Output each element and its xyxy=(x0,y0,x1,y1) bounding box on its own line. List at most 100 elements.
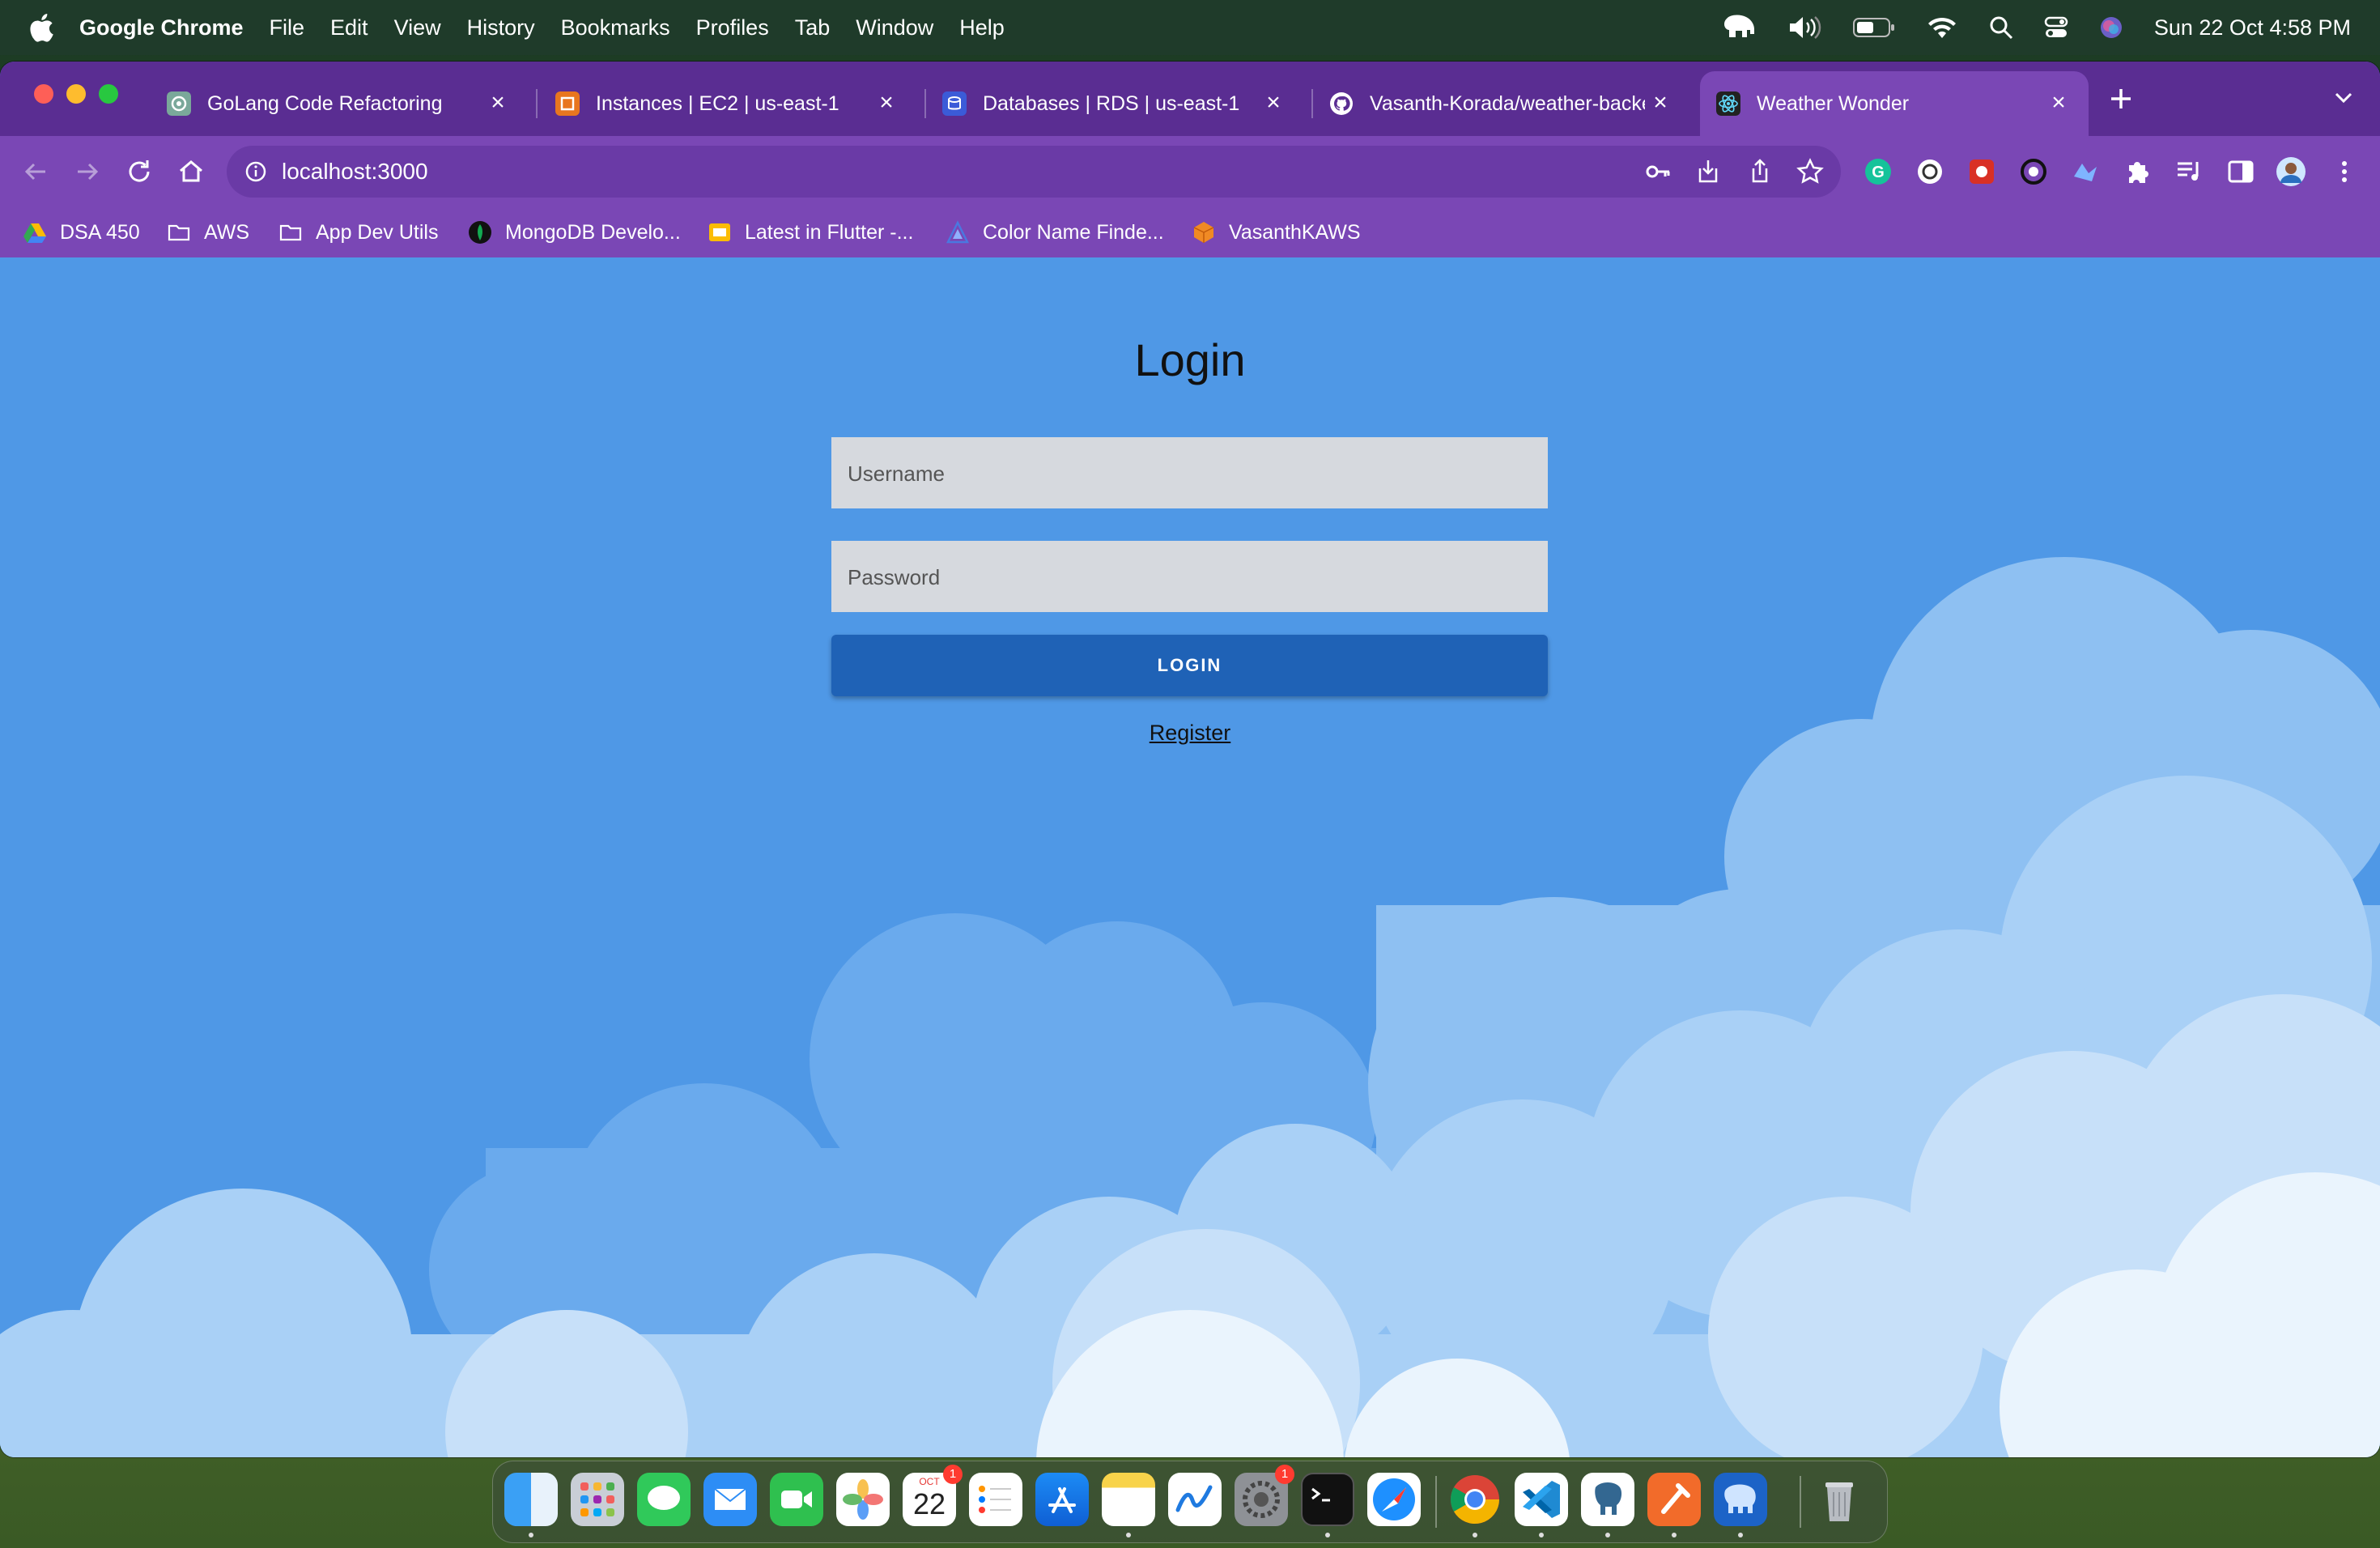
extensions-puzzle-icon[interactable] xyxy=(2121,155,2153,188)
grammarly-extension-icon[interactable]: G xyxy=(1862,155,1894,188)
tab-search-chevron-down-icon[interactable] xyxy=(2331,86,2356,110)
reload-icon[interactable] xyxy=(123,155,155,188)
vscode-icon[interactable] xyxy=(1515,1473,1568,1526)
minimize-window-button[interactable] xyxy=(66,84,86,104)
svg-text:G: G xyxy=(1872,164,1885,181)
calendar-icon[interactable]: OCT 22 1 xyxy=(903,1465,963,1526)
share-icon[interactable] xyxy=(1745,157,1774,186)
login-button[interactable]: LOGIN xyxy=(831,635,1548,696)
extension-icon[interactable] xyxy=(2017,155,2050,188)
menu-bar-clock[interactable]: Sun 22 Oct 4:58 PM xyxy=(2154,15,2351,40)
close-tab-icon[interactable]: × xyxy=(874,91,899,115)
url-text[interactable]: localhost:3000 xyxy=(282,159,428,185)
tableplus-elephant-icon[interactable] xyxy=(1714,1473,1767,1526)
extension-icon[interactable] xyxy=(2069,155,2102,188)
extension-icon[interactable] xyxy=(1966,155,1998,188)
bookmark-mongodb[interactable]: MongoDB Develo... xyxy=(468,217,681,248)
wifi-icon[interactable] xyxy=(1926,15,1958,40)
tab-weather-wonder[interactable]: Weather Wonder × xyxy=(1700,71,2089,136)
tab-separator xyxy=(536,89,538,118)
tab-golang-code-refactoring[interactable]: GoLang Code Refactoring × xyxy=(167,71,528,136)
mail-icon[interactable] xyxy=(703,1473,757,1526)
launchpad-icon[interactable] xyxy=(571,1473,624,1526)
control-center-icon[interactable] xyxy=(2044,15,2068,40)
terminal-icon[interactable] xyxy=(1301,1473,1354,1526)
elephant-icon[interactable] xyxy=(1722,14,1757,41)
extension-icon[interactable] xyxy=(1914,155,1946,188)
bookmark-folder-aws[interactable]: AWS xyxy=(167,217,249,248)
menu-file[interactable]: File xyxy=(270,15,305,40)
password-input[interactable]: Password xyxy=(831,541,1548,612)
messages-icon[interactable] xyxy=(637,1473,691,1526)
password-key-icon[interactable] xyxy=(1643,157,1672,186)
tab-title: Databases | RDS | us-east-1 xyxy=(983,91,1240,115)
search-icon[interactable] xyxy=(1989,15,2013,40)
site-info-icon[interactable] xyxy=(244,160,267,183)
calendar-notification-badge: 1 xyxy=(943,1465,963,1484)
menu-bookmarks[interactable]: Bookmarks xyxy=(561,15,670,40)
bookmark-vasanthkaws[interactable]: VasanthKAWS xyxy=(1192,217,1361,248)
back-arrow-icon[interactable] xyxy=(19,155,52,188)
freeform-icon[interactable] xyxy=(1168,1473,1222,1526)
postgresql-icon[interactable] xyxy=(1581,1473,1634,1526)
forward-arrow-icon[interactable] xyxy=(71,155,104,188)
apple-logo-icon[interactable] xyxy=(26,11,55,44)
login-heading: Login xyxy=(1134,334,1246,385)
tab-github-weather-backend[interactable]: Vasanth-Korada/weather-backend × xyxy=(1329,71,1690,136)
tab-rds-databases[interactable]: Databases | RDS | us-east-1 × xyxy=(942,71,1303,136)
bookmark-folder-app-dev-utils[interactable]: App Dev Utils xyxy=(278,217,438,248)
tab-ec2-instances[interactable]: Instances | EC2 | us-east-1 × xyxy=(555,71,916,136)
bookmark-latest-in-flutter[interactable]: Latest in Flutter -... xyxy=(708,217,913,248)
home-icon[interactable] xyxy=(175,155,207,188)
register-link-text[interactable]: Register xyxy=(1150,721,1231,745)
facetime-icon[interactable] xyxy=(770,1473,823,1526)
safari-icon[interactable] xyxy=(1367,1473,1421,1526)
volume-icon[interactable] xyxy=(1788,15,1822,40)
macos-dock: OCT 22 1 1 xyxy=(492,1461,1888,1543)
trash-icon[interactable] xyxy=(1813,1473,1866,1526)
reminders-icon[interactable] xyxy=(969,1473,1022,1526)
install-app-icon[interactable] xyxy=(1694,157,1723,186)
aws-cube-icon xyxy=(1193,222,1214,243)
close-tab-icon[interactable]: × xyxy=(1261,91,1286,115)
app-store-icon[interactable] xyxy=(1035,1473,1089,1526)
menu-app-name[interactable]: Google Chrome xyxy=(79,15,244,40)
photos-icon[interactable] xyxy=(836,1473,890,1526)
close-tab-icon[interactable]: × xyxy=(1648,91,1672,115)
tab-title: Weather Wonder xyxy=(1757,91,1910,115)
bookmark-star-icon[interactable] xyxy=(1796,157,1825,186)
react-icon xyxy=(1716,91,1740,116)
media-controls-icon[interactable] xyxy=(2173,155,2205,188)
menu-help[interactable]: Help xyxy=(959,15,1005,40)
new-tab-icon[interactable] xyxy=(2106,84,2136,113)
close-window-button[interactable] xyxy=(34,84,53,104)
bookmark-label: App Dev Utils xyxy=(316,220,439,244)
profile-avatar[interactable] xyxy=(2275,155,2307,188)
menu-edit[interactable]: Edit xyxy=(330,15,368,40)
menu-profiles[interactable]: Profiles xyxy=(696,15,769,40)
mongodb-icon xyxy=(469,221,491,244)
notes-icon[interactable] xyxy=(1102,1473,1155,1526)
menu-view[interactable]: View xyxy=(394,15,441,40)
zoom-window-button[interactable] xyxy=(99,84,118,104)
username-input[interactable]: Username xyxy=(831,437,1548,508)
battery-icon[interactable] xyxy=(1852,17,1895,38)
finder-icon[interactable] xyxy=(504,1473,558,1526)
menu-window[interactable]: Window xyxy=(856,15,933,40)
siri-icon[interactable] xyxy=(2099,15,2123,40)
system-settings-icon[interactable]: 1 xyxy=(1235,1465,1294,1526)
chrome-menu-icon[interactable] xyxy=(2328,155,2361,188)
postman-icon[interactable] xyxy=(1647,1473,1701,1526)
menu-tab[interactable]: Tab xyxy=(795,15,831,40)
google-chrome-icon[interactable] xyxy=(1448,1473,1502,1526)
address-bar[interactable]: localhost:3000 xyxy=(227,146,1841,198)
bookmarks-bar: DSA 450 AWS App Dev Utils MongoDB Develo… xyxy=(0,207,2380,257)
side-panel-icon[interactable] xyxy=(2225,155,2257,188)
bookmark-color-name-finder[interactable]: Color Name Finde... xyxy=(946,217,1164,248)
menu-history[interactable]: History xyxy=(467,15,535,40)
close-tab-icon[interactable]: × xyxy=(486,91,510,115)
calendar-day: 22 xyxy=(912,1487,946,1520)
register-link: Register xyxy=(0,721,2380,746)
close-tab-icon[interactable]: × xyxy=(2046,91,2071,115)
bookmark-dsa-450[interactable]: DSA 450 xyxy=(23,217,140,248)
